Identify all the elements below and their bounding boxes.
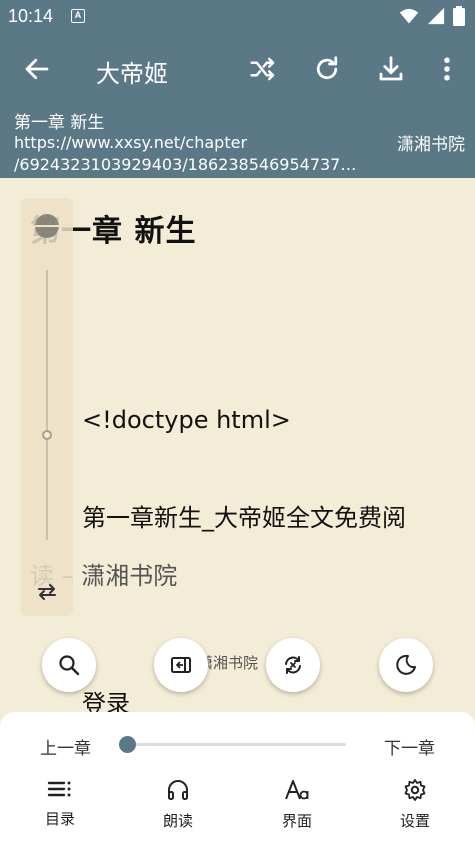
chapter-url[interactable]: https://www.xxsy.net/chapter /6924323103…	[14, 132, 384, 176]
brightness-panel	[21, 198, 73, 616]
book-source-name[interactable]: 潇湘书院	[397, 130, 465, 155]
content-paragraph: 登录	[82, 690, 130, 714]
chapter-info-bar: 第一章 新生 https://www.xxsy.net/chapter /692…	[0, 104, 475, 178]
swap-position-icon[interactable]	[35, 580, 59, 604]
current-chapter-name: 第一章 新生	[14, 113, 105, 133]
download-icon[interactable]	[376, 54, 406, 84]
nav-settings[interactable]: 设置	[375, 778, 455, 831]
search-icon	[59, 655, 80, 676]
content-paragraph: <!doctype html>	[82, 406, 291, 434]
brightness-thumb[interactable]	[42, 430, 52, 440]
replace-icon	[285, 656, 301, 674]
headphones-icon	[168, 780, 188, 800]
nav-interface[interactable]: 界面	[257, 778, 337, 831]
shuffle-icon[interactable]	[248, 54, 278, 84]
more-vert-icon[interactable]	[432, 54, 462, 84]
content-paragraph: 第一章新生_大帝姬全文免费阅	[82, 504, 406, 532]
search-button[interactable]	[42, 638, 96, 692]
next-chapter-button[interactable]: 下一章	[384, 734, 435, 759]
replace-button[interactable]	[266, 638, 320, 692]
battery-icon	[453, 6, 465, 26]
nav-interface-label: 界面	[281, 812, 312, 830]
nav-read-aloud[interactable]: 朗读	[138, 778, 218, 831]
list-icon	[47, 781, 71, 797]
status-bar: 10:14 A	[0, 0, 475, 34]
nav-catalog-label: 目录	[44, 810, 75, 828]
nav-settings-label: 设置	[399, 812, 430, 830]
notification-icon: A	[71, 9, 85, 23]
nav-read-aloud-label: 朗读	[162, 812, 193, 830]
nav-catalog[interactable]: 目录	[20, 778, 100, 829]
progress-thumb[interactable]	[119, 736, 136, 753]
book-title: 大帝姬	[96, 60, 168, 88]
gear-icon	[404, 779, 426, 801]
night-mode-icon	[396, 654, 416, 675]
auto-page-button[interactable]	[154, 638, 208, 692]
bottom-menu: 上一章 下一章 目录 朗读 界面 设置	[0, 712, 475, 844]
back-arrow-icon[interactable]	[22, 54, 52, 84]
wifi-icon	[399, 8, 419, 24]
night-mode-button[interactable]	[379, 638, 433, 692]
signal-icon	[427, 7, 445, 25]
chapter-progress-slider[interactable]	[119, 736, 346, 753]
brightness-track[interactable]	[46, 270, 48, 540]
auto-page-icon	[171, 657, 191, 673]
refresh-icon[interactable]	[312, 54, 342, 84]
status-time: 10:14	[8, 6, 54, 26]
font-icon	[285, 780, 309, 800]
prev-chapter-button[interactable]: 上一章	[40, 734, 91, 759]
auto-brightness-icon[interactable]	[31, 206, 63, 246]
top-toolbar: 大帝姬	[0, 34, 475, 104]
